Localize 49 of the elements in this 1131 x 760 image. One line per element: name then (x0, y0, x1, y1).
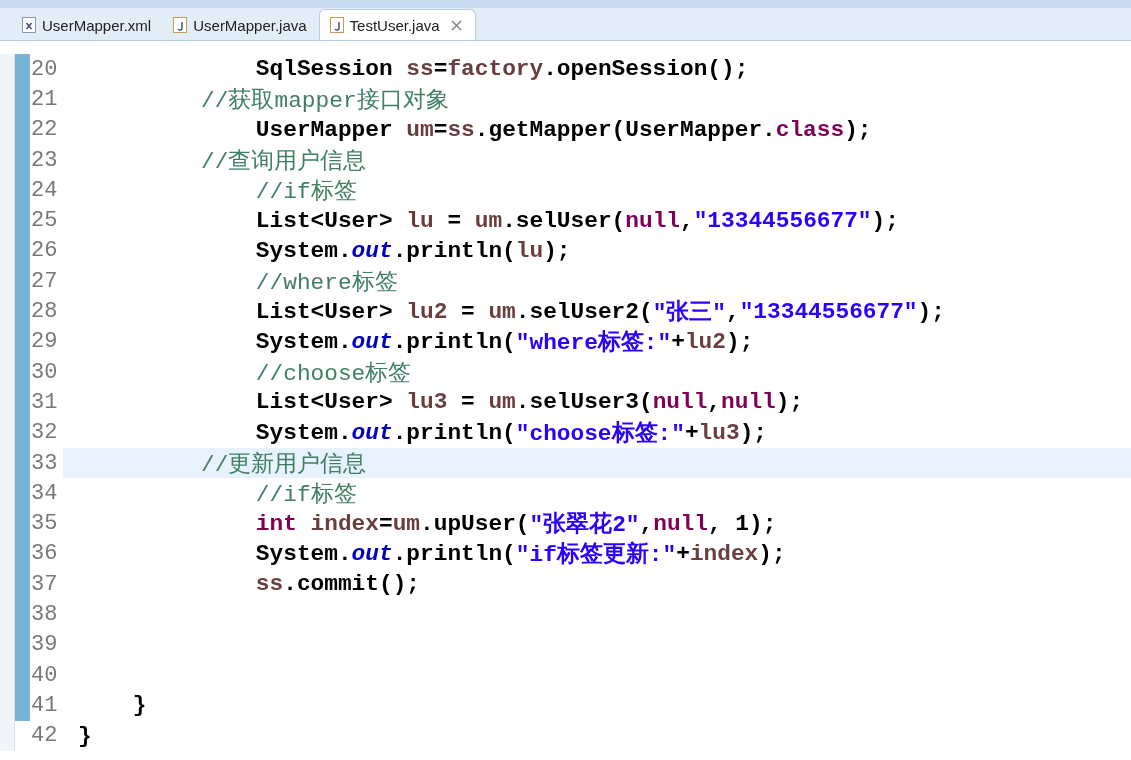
file-icon (173, 17, 188, 33)
code-line: List<User> lu = um.selUser(null,"13344556677"); (254, 206, 900, 236)
code-line: //查询用户信息 (200, 147, 368, 176)
line-number: 34 (30, 480, 59, 506)
code-line: int index=um.upUser("张翠花2",null, 1); (254, 509, 778, 539)
line-number: 33 (30, 450, 59, 476)
code-line: System.out.println("where标签:"+lu2); (254, 327, 755, 357)
line-number: 38 (30, 602, 59, 627)
line-number: 41 (30, 692, 59, 718)
editor-tab[interactable]: UserMapper.java (163, 10, 319, 40)
line-number: 28 (30, 299, 59, 324)
code-line: //where标签 (254, 268, 399, 297)
line-number: 23 (30, 147, 59, 173)
line-number: 22 (30, 117, 59, 143)
line-number: 39 (30, 632, 59, 658)
close-icon[interactable] (449, 18, 463, 32)
code-line: } (77, 721, 93, 751)
file-icon (22, 17, 36, 33)
code-line: List<User> lu3 = um.selUser3(null,null); (254, 388, 805, 418)
line-number: 30 (30, 359, 59, 385)
code-line: System.out.println("choose标签:"+lu3); (254, 418, 768, 448)
line-number: 24 (30, 177, 59, 203)
editor-tab[interactable]: UserMapper.xml (12, 10, 164, 40)
editor-tab[interactable]: TestUser.java (318, 9, 476, 40)
line-number: 32 (30, 420, 59, 446)
code-line: } (131, 691, 148, 721)
file-icon (329, 17, 344, 33)
line-number: 36 (30, 541, 59, 567)
code-line: //if标签 (254, 177, 358, 206)
line-number: 42 (30, 723, 59, 749)
code-line: //获取mapper接口对象 (200, 86, 450, 115)
code-line: SqlSession ss=factory.openSession(); (254, 55, 750, 85)
line-number: 21 (30, 86, 59, 112)
line-number: 27 (30, 268, 59, 294)
code-line: ss.commit(); (254, 570, 422, 600)
line-number: 37 (30, 571, 59, 597)
code-line: //choose标签 (254, 359, 413, 388)
line-number: 20 (30, 56, 59, 82)
code-line: //if标签 (254, 480, 358, 509)
line-number: 40 (30, 662, 59, 688)
code-line: System.out.println("if标签更新:"+index); (254, 539, 787, 570)
line-number: 26 (30, 238, 59, 264)
line-number: 31 (30, 389, 59, 415)
line-number: 29 (30, 329, 59, 355)
line-number: 25 (30, 208, 59, 234)
code-line: UserMapper um=ss.getMapper(UserMapper.class); (254, 115, 873, 145)
line-number: 35 (30, 511, 59, 537)
code-line: System.out.println(lu); (254, 236, 572, 266)
code-line: List<User> lu2 = um.selUser2("张三","13344556677"); (254, 297, 946, 327)
